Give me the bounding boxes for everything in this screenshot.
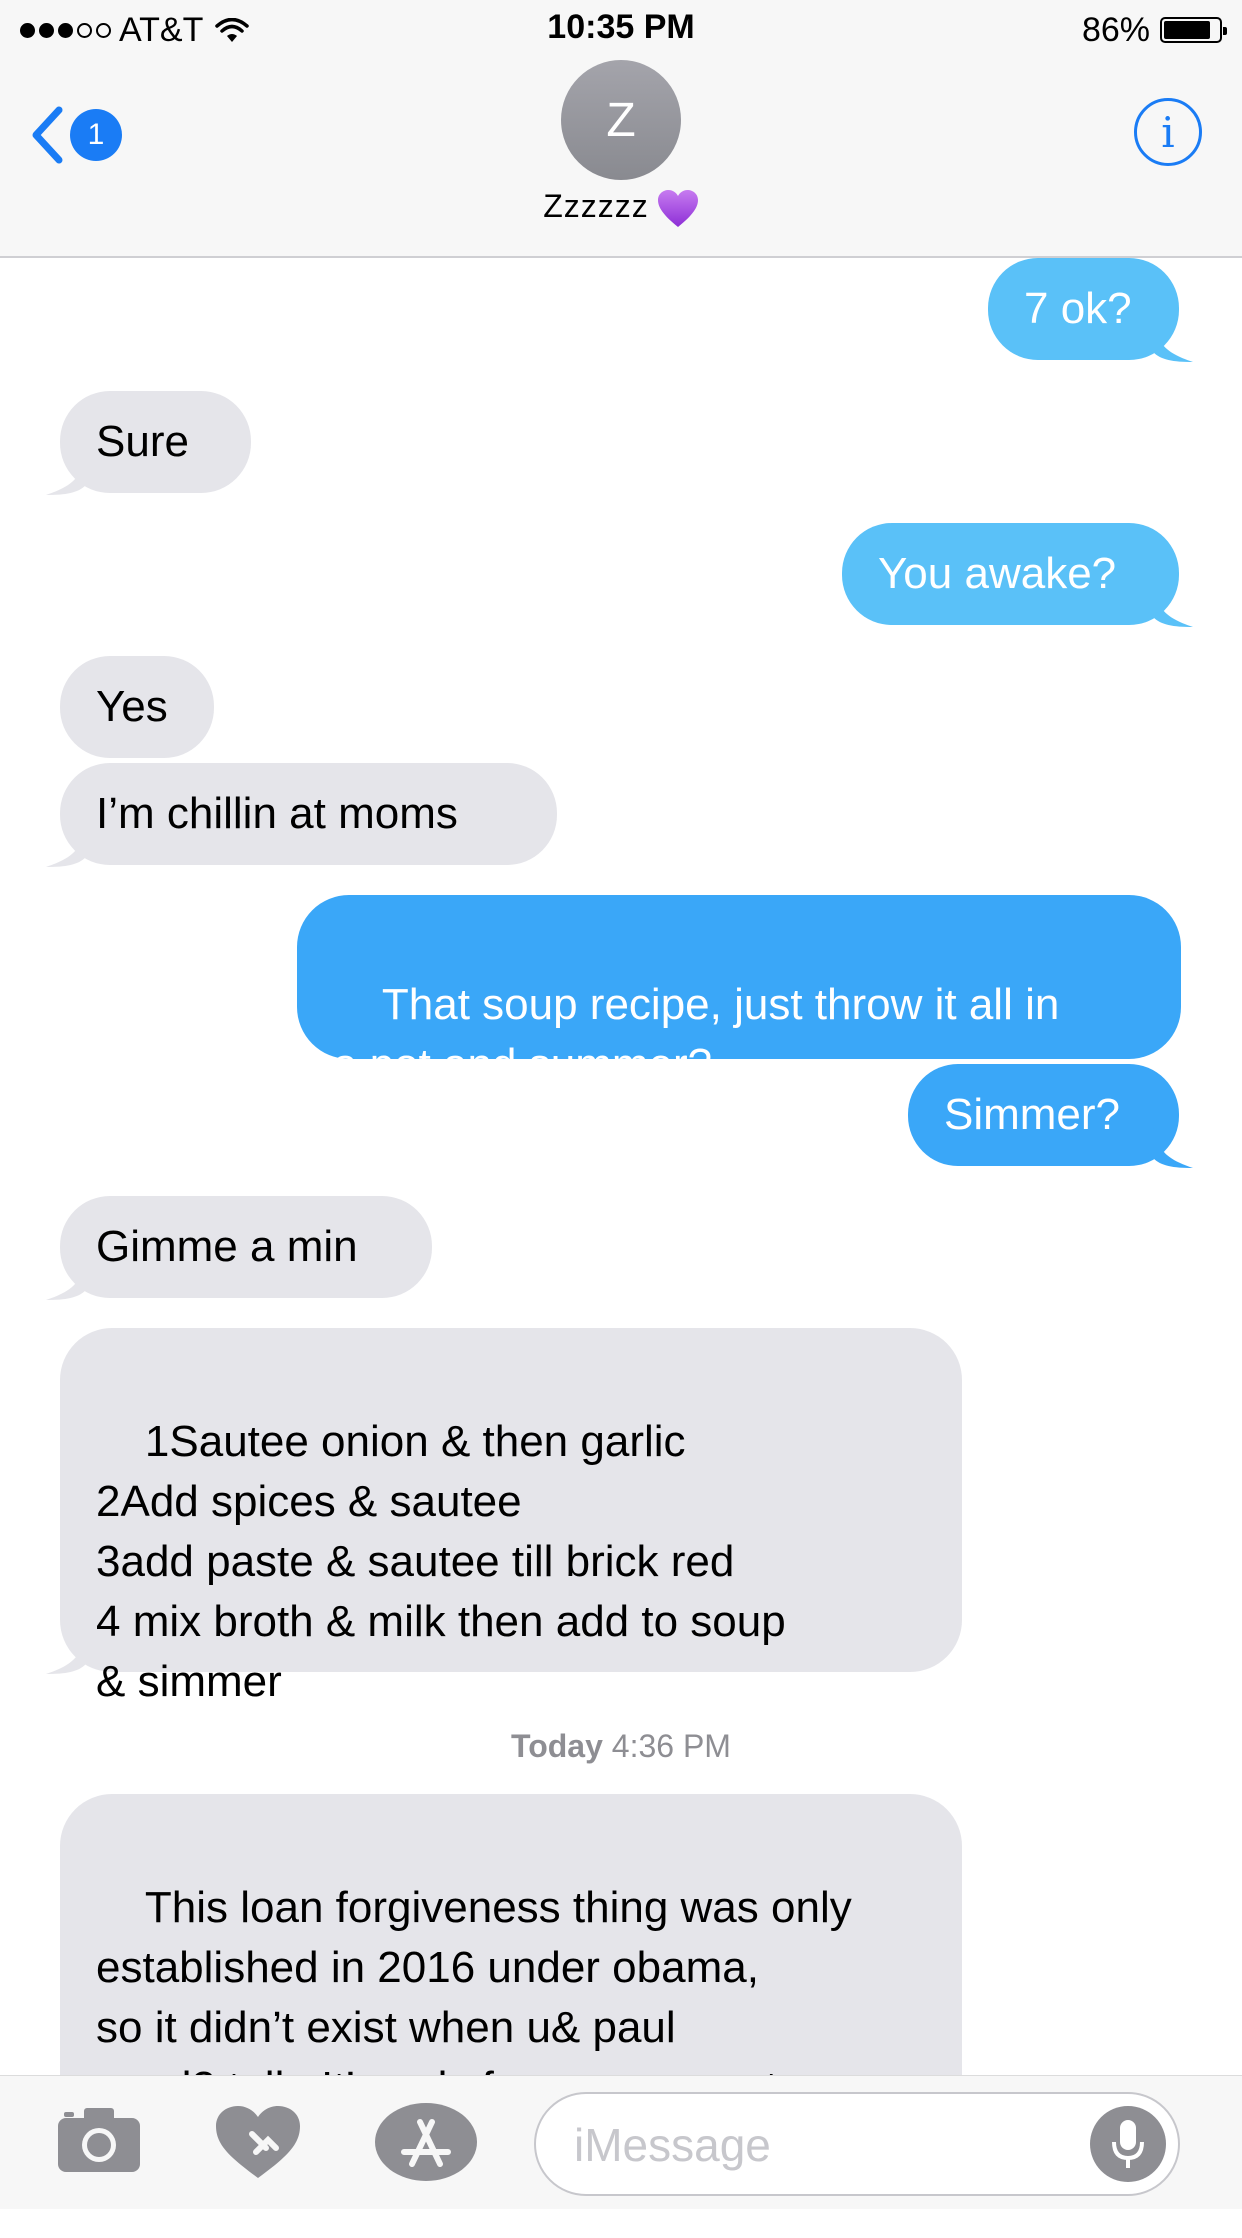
message-input-placeholder: iMessage: [574, 2119, 771, 2171]
message-text: 1Sautee onion & then garlic 2Add spices …: [96, 1417, 786, 1706]
dictation-button[interactable]: [1090, 2106, 1166, 2182]
message-text: Sure: [96, 417, 189, 466]
app-store-button[interactable]: [374, 2102, 478, 2187]
status-bar: AT&T 10:35 PM 86%: [0, 0, 1242, 60]
message-text: Gimme a min: [96, 1222, 358, 1271]
avatar: Z: [561, 60, 681, 180]
info-button[interactable]: i: [1134, 98, 1202, 166]
message-bubble-outgoing[interactable]: You awake?: [842, 523, 1193, 627]
status-right: 86%: [1081, 10, 1227, 50]
message-bubble-incoming[interactable]: Gimme a min: [46, 1196, 432, 1300]
message-bubble-outgoing[interactable]: 7 ok?: [988, 258, 1193, 362]
conversation-header: 1 Z Zzzzzz i: [0, 60, 1242, 258]
status-time: 10:35 PM: [547, 8, 695, 46]
camera-button[interactable]: [56, 2106, 142, 2179]
info-icon: i: [1161, 107, 1175, 157]
back-button[interactable]: 1: [30, 100, 140, 170]
message-bubble-incoming[interactable]: 1Sautee onion & then garlic 2Add spices …: [46, 1328, 962, 1706]
app-store-icon: [375, 2103, 477, 2181]
message-input[interactable]: iMessage: [534, 2092, 1180, 2196]
message-bubble-incoming[interactable]: I’m chillin at moms: [46, 763, 557, 867]
digital-touch-button[interactable]: [214, 2104, 302, 2185]
battery-percentage: 86%: [1081, 10, 1150, 49]
timestamp-day: Today: [511, 1728, 603, 1764]
battery-fill: [1164, 21, 1210, 39]
message-text: 7 ok?: [1024, 284, 1132, 333]
contact-name-row: Zzzzzz: [471, 188, 771, 229]
contact-name: Zzzzzz: [543, 188, 649, 224]
battery-icon: [1160, 17, 1227, 43]
message-bubble-outgoing[interactable]: That soup recipe, just throw it all in a…: [297, 895, 1181, 1089]
contact-details[interactable]: Z Zzzzzz: [471, 60, 771, 256]
message-text: Simmer?: [944, 1090, 1121, 1139]
unread-badge: 1: [70, 109, 122, 161]
message-bubble-incoming[interactable]: Sure: [46, 391, 251, 495]
camera-icon: [58, 2108, 140, 2172]
message-bubble-outgoing[interactable]: Simmer?: [908, 1064, 1193, 1168]
digital-touch-icon: [216, 2106, 300, 2178]
message-text: You awake?: [878, 549, 1117, 598]
chevron-left-icon: [32, 106, 63, 164]
message-text: I’m chillin at moms: [96, 789, 458, 838]
compose-bar: iMessage: [0, 2075, 1242, 2209]
purple-heart-icon: [657, 189, 698, 227]
microphone-icon: [1112, 2120, 1144, 2168]
message-bubble-incoming[interactable]: Yes: [60, 656, 214, 758]
timestamp-divider: Today 4:36 PM: [0, 1728, 1242, 1765]
message-text: Yes: [96, 682, 168, 731]
timestamp-time: 4:36 PM: [611, 1728, 731, 1764]
